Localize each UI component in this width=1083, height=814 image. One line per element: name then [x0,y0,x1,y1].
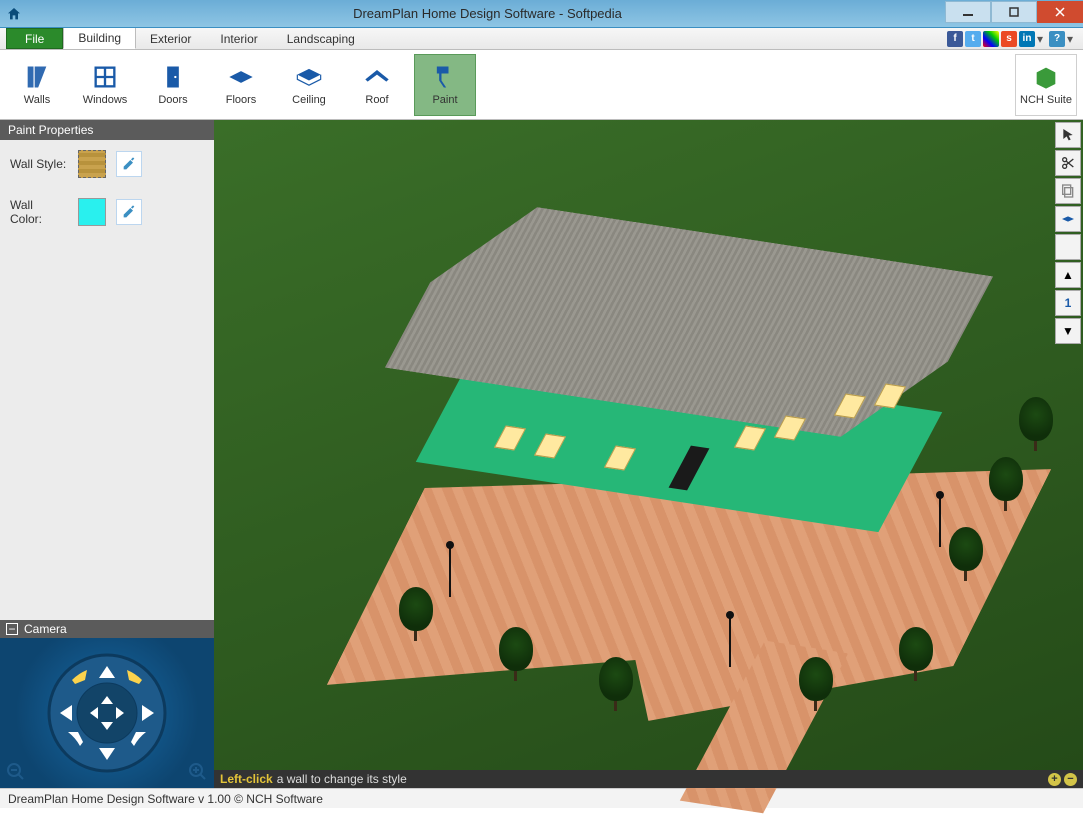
window-controls [945,4,1083,23]
menubar: File Building Exterior Interior Landscap… [0,28,1083,50]
roof-icon [363,63,391,91]
window-icon [91,63,119,91]
file-menu[interactable]: File [6,28,63,49]
cube-tool[interactable] [1055,234,1081,260]
properties-title: Paint Properties [0,120,214,140]
wall-color-row: Wall Color: [0,188,214,236]
ribbon-label: Windows [83,94,128,106]
camera-pad [0,638,214,788]
ribbon-label: Ceiling [292,94,326,106]
tree [499,627,533,681]
canvas[interactable]: ▲ 1 ▼ Left-click a wall to change its st… [214,120,1083,788]
window-title: DreamPlan Home Design Software - Softped… [30,6,945,21]
ribbon-floors[interactable]: Floors [210,54,272,116]
lamp [729,617,731,667]
collapse-icon[interactable]: − [6,623,18,635]
tree [949,527,983,581]
hint-bar: Left-click a wall to change its style + … [214,770,1083,788]
ribbon-doors[interactable]: Doors [142,54,204,116]
tree [799,657,833,711]
social-links: f t s in ▾ ? ▾ [947,28,1083,49]
tree [989,457,1023,511]
camera-title: Camera [24,622,67,636]
ribbon-label: Doors [158,94,187,106]
box-icon [1032,63,1060,91]
minimize-button[interactable] [945,1,991,23]
floor-1-tool[interactable]: 1 [1055,290,1081,316]
tab-building[interactable]: Building [63,28,136,49]
door-icon [159,63,187,91]
linkedin-icon[interactable]: in [1019,31,1035,47]
ribbon-label: Roof [365,94,388,106]
copy-tool[interactable] [1055,178,1081,204]
tree [599,657,633,711]
stumbleupon-icon[interactable]: s [1001,31,1017,47]
wall-style-label: Wall Style: [10,157,68,171]
ribbon-paint[interactable]: Paint [414,54,476,116]
statusbar: DreamPlan Home Design Software v 1.00 © … [0,788,1083,808]
camera-wheel[interactable] [42,648,172,778]
hint-emphasis: Left-click [220,772,273,786]
social-dropdown-icon[interactable]: ▾ [1037,32,1047,46]
google-plus-icon[interactable] [983,31,999,47]
wall-color-label: Wall Color: [10,198,68,226]
scissors-tool[interactable] [1055,150,1081,176]
down-arrow-tool[interactable]: ▼ [1055,318,1081,344]
lamp [939,497,941,547]
right-toolbar: ▲ 1 ▼ [1055,122,1081,344]
wall-icon [23,63,51,91]
twitter-icon[interactable]: t [965,31,981,47]
tab-interior[interactable]: Interior [206,28,272,49]
ribbon: Walls Windows Doors Floors Ceiling Roof … [0,50,1083,120]
tab-exterior[interactable]: Exterior [136,28,206,49]
pointer-tool[interactable] [1055,122,1081,148]
ribbon-windows[interactable]: Windows [74,54,136,116]
status-text: DreamPlan Home Design Software v 1.00 © … [8,792,323,806]
ribbon-label: Walls [24,94,50,106]
paint-icon [431,63,459,91]
facebook-icon[interactable]: f [947,31,963,47]
wall-style-row: Wall Style: [0,140,214,188]
ribbon-label: Floors [226,94,257,106]
maximize-button[interactable] [991,1,1037,23]
up-arrow-tool[interactable]: ▲ [1055,262,1081,288]
wall-color-eyedropper[interactable] [116,199,142,225]
lamp [449,547,451,597]
zoom-plus[interactable]: + [1048,773,1061,786]
hint-text: a wall to change its style [277,772,407,786]
wall-style-eyedropper[interactable] [116,151,142,177]
tab-landscaping[interactable]: Landscaping [273,28,370,49]
ceiling-icon [295,63,323,91]
floor-icon [227,63,255,91]
close-button[interactable] [1037,1,1083,23]
help-icon[interactable]: ? [1049,31,1065,47]
camera-header[interactable]: − Camera [0,620,214,638]
titlebar: DreamPlan Home Design Software - Softped… [0,0,1083,28]
help-dropdown-icon[interactable]: ▾ [1067,32,1077,46]
workspace: Paint Properties Wall Style: Wall Color:… [0,120,1083,788]
sidebar: Paint Properties Wall Style: Wall Color:… [0,120,214,788]
ribbon-ceiling[interactable]: Ceiling [278,54,340,116]
tree [399,587,433,641]
ribbon-label: NCH Suite [1020,94,1072,106]
wall-style-swatch[interactable] [78,150,106,178]
tree [899,627,933,681]
tree [1019,397,1053,451]
wall-color-swatch[interactable] [78,198,106,226]
zoom-out-icon[interactable] [6,762,26,782]
ribbon-nch-suite[interactable]: NCH Suite [1015,54,1077,116]
zoom-minus[interactable]: − [1064,773,1077,786]
ribbon-walls[interactable]: Walls [6,54,68,116]
home-icon [6,6,22,22]
camera-panel: − Camera [0,620,214,788]
plane-tool[interactable] [1055,206,1081,232]
ribbon-roof[interactable]: Roof [346,54,408,116]
ribbon-label: Paint [432,94,457,106]
zoom-in-icon[interactable] [188,762,208,782]
